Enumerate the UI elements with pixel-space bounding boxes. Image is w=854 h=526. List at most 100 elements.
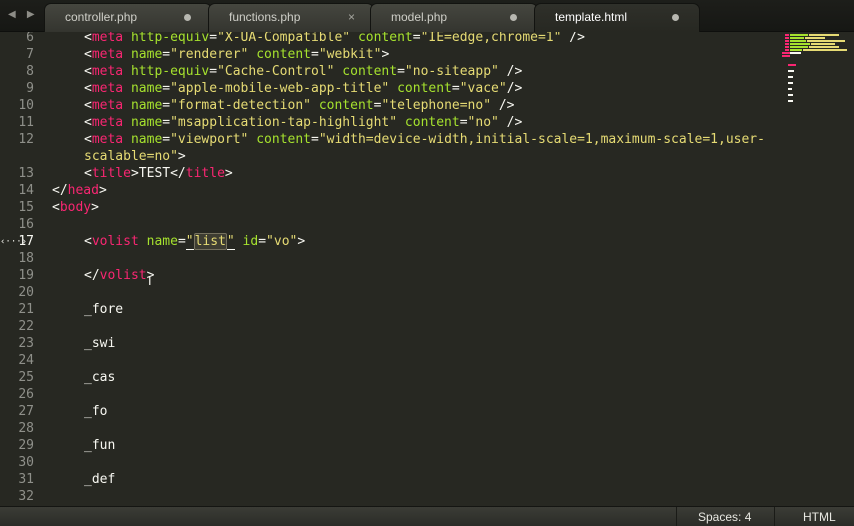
minimap-line — [790, 40, 806, 42]
punct: < — [84, 115, 92, 130]
code-line-8[interactable]: <meta http-equiv="Cache-Control" content… — [84, 63, 522, 80]
attr-value: "width=device-width,initial-scale=1,maxi… — [318, 132, 765, 147]
code-editor[interactable]: 6 7 8 9 10 11 12 13 14 15 16 17 18 19 20 21 22 23 24 25 26 27… — [0, 32, 854, 506]
minimap-line — [785, 40, 789, 42]
minimap-line — [809, 34, 839, 36]
indentation-setting[interactable]: Spaces: 4 — [698, 510, 751, 524]
code-line-14[interactable]: </head> — [52, 182, 107, 199]
code-line-7[interactable]: <meta name="renderer" content="webkit"> — [84, 46, 389, 63]
attr-value: "X-UA-Compatible" — [217, 32, 351, 45]
line-number: 11 — [18, 115, 34, 130]
punct: < — [84, 81, 92, 96]
attr-value: "vo" — [266, 234, 298, 249]
attr-value: scalable=no" — [84, 149, 178, 164]
tab-navigation: ◀ ▶ — [8, 9, 43, 20]
attr-name: content — [334, 64, 398, 79]
code-line-29[interactable]: _fun — [84, 437, 115, 454]
code-line-25[interactable]: _cas — [84, 369, 115, 386]
minimap-line — [788, 100, 793, 102]
status-bar: Spaces: 4 HTML — [0, 506, 854, 526]
tab-label: model.php — [391, 10, 448, 24]
tab-template-html[interactable]: template.html — [534, 3, 700, 32]
fold-marker-icon[interactable]: ‹···› — [0, 234, 27, 251]
minimap-line — [790, 34, 808, 36]
code-line-27[interactable]: _fo — [84, 403, 107, 420]
minimap-line — [788, 76, 793, 78]
punct: > — [297, 234, 306, 249]
punct: </ — [170, 166, 186, 181]
modified-dot-icon[interactable] — [510, 14, 517, 21]
attr-value: "msapplication-tap-highlight" — [170, 115, 398, 130]
code-line-15[interactable]: <body> — [52, 199, 99, 216]
code-line-23[interactable]: _swi — [84, 335, 115, 352]
attr-value: "format-detection" — [170, 98, 311, 113]
line-number: 22 — [18, 319, 34, 334]
tab-controller-php[interactable]: controller.php — [44, 3, 212, 32]
code-line-21[interactable]: _fore — [84, 301, 123, 318]
tag-name: meta — [91, 32, 124, 45]
forward-arrow-icon[interactable]: ▶ — [27, 9, 35, 20]
line-number: 20 — [18, 285, 34, 300]
punct: /> — [561, 32, 585, 45]
punct: = — [162, 47, 171, 62]
line-number: 31 — [18, 472, 34, 487]
punct: = — [397, 64, 405, 79]
tab-functions-php[interactable]: functions.php × — [208, 3, 374, 32]
line-number: 24 — [18, 353, 34, 368]
selected-text[interactable]: list — [193, 233, 227, 250]
attr-value: "IE=edge,chrome=1" — [420, 32, 562, 45]
close-icon[interactable]: × — [348, 10, 355, 24]
attr-value: "no-siteapp" — [404, 64, 499, 79]
attr-name: content — [397, 115, 460, 130]
minimap-line — [788, 70, 794, 72]
code-line-17[interactable]: <volist name="list" id="vo"> — [84, 233, 305, 250]
status-divider — [676, 507, 677, 526]
minimap-line — [788, 88, 792, 90]
minimap-line — [803, 49, 847, 51]
code-line-9[interactable]: <meta name="apple-mobile-web-app-title" … — [84, 80, 522, 97]
minimap-line — [782, 55, 790, 57]
attr-name: name — [123, 47, 163, 62]
minimap-line — [782, 52, 790, 54]
tag-name: title — [91, 166, 131, 181]
attr-name: name — [138, 234, 178, 249]
back-arrow-icon[interactable]: ◀ — [8, 9, 16, 20]
attr-value: " — [226, 234, 235, 250]
punct: </ — [84, 268, 100, 283]
tab-label: functions.php — [229, 10, 301, 24]
attr-value: "apple-mobile-web-app-title" — [170, 81, 390, 96]
line-number: 25 — [18, 370, 34, 385]
punct: = — [459, 115, 468, 130]
code-line-12[interactable]: <meta name="viewport" content="width=dev… — [84, 131, 765, 148]
minimap-line — [807, 40, 845, 42]
minimap[interactable] — [782, 32, 854, 506]
tag-name: volist — [99, 268, 147, 283]
syntax-mode[interactable]: HTML — [803, 510, 836, 524]
punct: < — [84, 32, 92, 45]
code-line-13[interactable]: <title>TEST</title> — [84, 165, 233, 182]
code-line-31[interactable]: _def — [84, 471, 115, 488]
attr-name: content — [389, 81, 452, 96]
attr-name: name — [123, 98, 163, 113]
punct: /> — [498, 115, 523, 130]
line-number: 30 — [18, 455, 34, 470]
line-number: 10 — [18, 98, 34, 113]
modified-dot-icon[interactable] — [672, 14, 679, 21]
modified-dot-icon[interactable] — [184, 14, 191, 21]
minimap-line — [785, 34, 789, 36]
minimap-line — [790, 37, 804, 39]
code-line-11[interactable]: <meta name="msapplication-tap-highlight"… — [84, 114, 522, 131]
minimap-line — [785, 49, 789, 51]
attr-name: content — [350, 32, 413, 45]
code-line-6[interactable]: <meta http-equiv="X-UA-Compatible" conte… — [84, 32, 585, 46]
tag-name: title — [185, 166, 225, 181]
tab-model-php[interactable]: model.php — [370, 3, 538, 32]
code-line-10[interactable]: <meta name="format-detection" content="t… — [84, 97, 515, 114]
tag-name: meta — [91, 115, 124, 130]
minimap-line — [785, 43, 789, 45]
attr-name: id — [234, 234, 259, 249]
code-line-12-wrap[interactable]: scalable=no"> — [84, 148, 186, 165]
attr-value: "telephone=no" — [381, 98, 492, 113]
punct: = — [162, 115, 171, 130]
code-line-19[interactable]: </volist> — [84, 267, 154, 284]
